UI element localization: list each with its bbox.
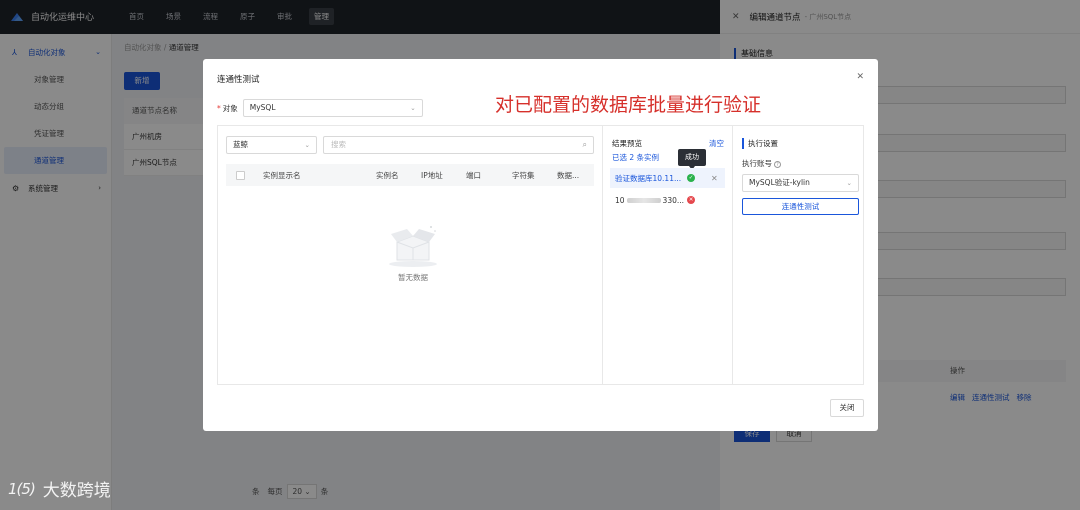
- success-tooltip: 成功: [678, 149, 706, 170]
- result-item[interactable]: 10 330... ✕: [610, 190, 725, 210]
- annotation-text: 对已配置的数据库批量进行验证: [495, 94, 762, 116]
- clear-link[interactable]: 清空: [709, 138, 724, 149]
- account-label-text: 执行账号: [742, 159, 772, 168]
- exec-settings-panel: 执行设置 执行账号? MySQL验证-kylin ⌄ 连通性测试: [734, 126, 864, 384]
- search-input[interactable]: 搜索 ⌕: [323, 136, 594, 154]
- result-name: 10 330...: [615, 196, 685, 205]
- empty-text: 暂无数据: [398, 273, 428, 282]
- chevron-down-icon: ⌄: [410, 104, 416, 112]
- result-ip-prefix: 10: [615, 195, 625, 205]
- close-button[interactable]: 关闭: [830, 399, 864, 417]
- modal-title: 连通性测试: [217, 75, 260, 85]
- empty-box-icon: [389, 226, 437, 267]
- redacted-ip: [626, 198, 661, 203]
- object-row: * 对象 MySQL ⌄: [217, 99, 423, 117]
- col-display-name: 实例显示名: [263, 170, 301, 180]
- account-value: MySQL验证-kylin: [749, 178, 810, 187]
- result-item[interactable]: 验证数据库10.11... ✓ ✕: [610, 168, 725, 188]
- col-instance-name: 实例名: [376, 170, 399, 180]
- connectivity-test-button[interactable]: 连通性测试: [742, 198, 859, 215]
- business-select[interactable]: 蓝鲸 ⌄: [226, 136, 317, 154]
- account-select[interactable]: MySQL验证-kylin ⌄: [742, 174, 859, 192]
- object-select[interactable]: MySQL ⌄: [242, 99, 423, 117]
- error-x-icon: ✕: [687, 196, 695, 204]
- select-all-checkbox[interactable]: [236, 170, 245, 180]
- exec-settings-title: 执行设置: [742, 138, 778, 149]
- test-panel: 蓝鲸 ⌄ 搜索 ⌕ 实例显示名 实例名 IP地址 端口 字符集 数据... 暂无…: [217, 125, 864, 385]
- watermark: 1(5) 大数跨境: [8, 476, 111, 502]
- instance-table-header: 实例显示名 实例名 IP地址 端口 字符集 数据...: [226, 164, 594, 186]
- col-charset: 字符集: [512, 170, 535, 180]
- chevron-down-icon: ⌄: [304, 141, 310, 149]
- success-check-icon: ✓: [687, 174, 695, 182]
- col-port: 端口: [466, 170, 481, 180]
- account-label: 执行账号?: [742, 158, 781, 169]
- result-preview-panel: 结果预览 清空 已选 2 条实例 成功 验证数据库10.11... ✓ ✕ 10…: [604, 126, 733, 384]
- search-icon: ⌕: [582, 140, 587, 149]
- preview-title: 结果预览: [612, 139, 642, 148]
- object-label: 对象: [222, 103, 238, 113]
- watermark-logo: 1(5): [8, 479, 36, 498]
- result-ip-suffix: 330...: [662, 195, 685, 205]
- instance-panel: 蓝鲸 ⌄ 搜索 ⌕ 实例显示名 实例名 IP地址 端口 字符集 数据... 暂无…: [218, 126, 603, 384]
- remove-icon[interactable]: ✕: [711, 174, 718, 183]
- help-icon[interactable]: ?: [774, 160, 781, 168]
- object-value: MySQL: [249, 103, 276, 112]
- chevron-down-icon: ⌄: [846, 179, 852, 187]
- business-value: 蓝鲸: [233, 140, 248, 149]
- col-ip: IP地址: [421, 170, 443, 180]
- watermark-text: 大数跨境: [42, 481, 111, 501]
- close-icon[interactable]: ✕: [856, 72, 864, 82]
- connectivity-test-modal: 连通性测试 ✕ 对已配置的数据库批量进行验证 * 对象 MySQL ⌄ 蓝鲸 ⌄…: [203, 59, 878, 431]
- required-mark: *: [217, 103, 221, 113]
- result-name: 验证数据库10.11...: [615, 173, 682, 183]
- empty-state: 暂无数据: [378, 222, 448, 283]
- col-data: 数据...: [557, 170, 580, 180]
- selected-count: 已选 2 条实例: [612, 153, 660, 162]
- search-placeholder: 搜索: [331, 140, 346, 149]
